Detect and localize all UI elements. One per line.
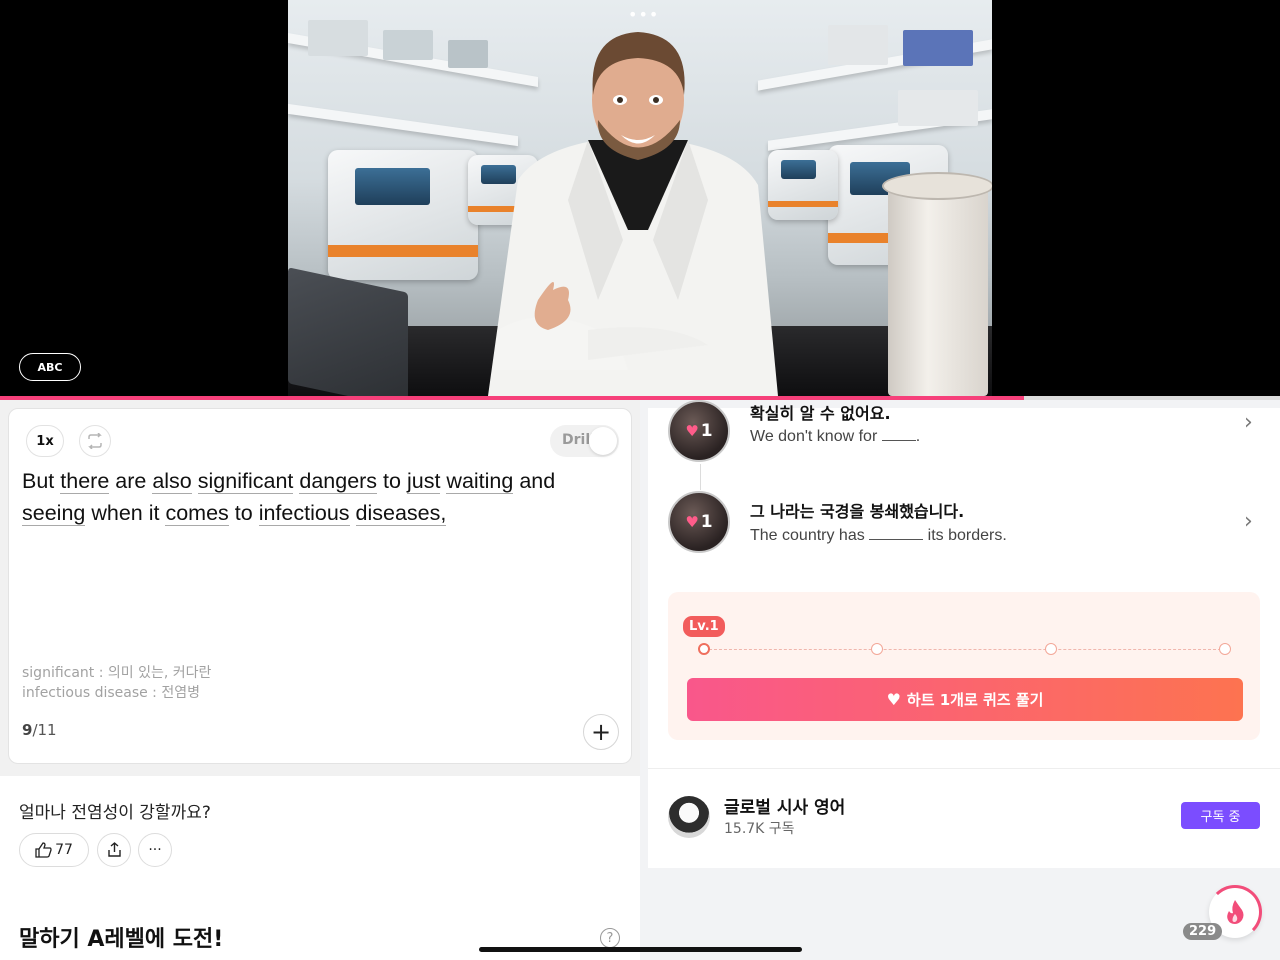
discussion-section: 얼마나 전염성이 강할까요? 77 ··· 말하기 A레벨에 도전! ? — [0, 776, 640, 960]
subscribe-button[interactable]: 구독 중 — [1181, 802, 1260, 829]
sentence-word: it — [148, 501, 160, 525]
quiz-english-after: . — [915, 428, 921, 445]
more-button[interactable]: ··· — [138, 833, 172, 867]
quiz-english-before: The country has — [750, 527, 865, 544]
help-icon[interactable]: ? — [600, 928, 620, 948]
quiz-blank — [869, 526, 924, 540]
quiz-thumbnail: ♥ 1 — [668, 491, 730, 553]
like-button[interactable]: 77 — [19, 833, 89, 867]
vocab-item: significant : 의미 있는, 커다란 — [22, 665, 212, 681]
level-step — [698, 643, 710, 655]
video-frame — [288, 0, 992, 396]
sentence-word[interactable]: there — [60, 469, 110, 494]
plus-icon: + — [590, 718, 612, 746]
heart-count: 1 — [700, 512, 713, 532]
repeat-button[interactable] — [79, 425, 111, 457]
heart-count: 1 — [700, 421, 713, 441]
more-icon: ··· — [148, 842, 162, 858]
channel-subscriber-count: 15.7K 구독 — [724, 821, 795, 837]
sentence-word: But — [22, 469, 55, 493]
quiz-item[interactable]: ♥ 1 그 나라는 국경을 봉쇄했습니다. The country has its… — [648, 491, 1280, 571]
subtitle-toggle-button[interactable]: ABC — [19, 353, 81, 381]
quiz-korean-sentence: 그 나라는 국경을 봉쇄했습니다. — [750, 502, 965, 521]
home-indicator[interactable] — [479, 947, 802, 952]
channel-avatar[interactable] — [668, 796, 710, 838]
section-title: 말하기 A레벨에 도전! — [19, 927, 224, 952]
quiz-korean-sentence: 확실히 알 수 없어요. — [750, 404, 891, 423]
divider — [648, 768, 1280, 769]
streak-count-badge: 229 — [1183, 923, 1223, 940]
start-quiz-label: 하트 1개로 퀴즈 풀기 — [906, 691, 1044, 709]
heart-icon: ♥ — [685, 422, 699, 440]
sentence-card: 1x Drill But there are also significant … — [8, 408, 632, 764]
sentence-word[interactable]: comes — [165, 501, 229, 526]
sentence-word[interactable]: waiting — [446, 469, 514, 494]
share-icon — [107, 842, 121, 857]
quiz-blank — [881, 427, 916, 441]
share-button[interactable] — [97, 833, 131, 867]
drill-toggle-knob — [589, 427, 617, 455]
sentence-word[interactable]: seeing — [22, 501, 86, 526]
sentence-word[interactable]: diseases, — [355, 501, 447, 526]
chevron-right-icon: › — [1244, 509, 1253, 534]
flame-icon — [1227, 900, 1244, 924]
current-sentence-index: 9 — [22, 721, 33, 739]
subtitle-sentence: But there are also significant dangers t… — [22, 465, 612, 529]
sentence-word[interactable]: infectious — [258, 501, 350, 526]
playback-speed-button[interactable]: 1x — [26, 425, 64, 457]
drill-toggle[interactable]: Drill — [550, 425, 619, 457]
thumbs-up-icon — [35, 842, 52, 858]
repeat-icon — [88, 433, 102, 449]
video-player[interactable]: ••• ABC — [0, 0, 1280, 396]
sentence-counter: 9/11 — [22, 721, 57, 739]
heart-icon: ♥ — [886, 690, 901, 709]
sentence-word[interactable]: dangers — [299, 469, 378, 494]
sentence-word: are — [115, 469, 147, 493]
level-step — [1219, 643, 1231, 655]
quiz-english-sentence: The country has its borders. — [750, 526, 1007, 545]
timeline-connector — [700, 464, 701, 490]
level-progress-box: Lv.1 ♥ 하트 1개로 퀴즈 풀기 — [668, 592, 1260, 740]
start-quiz-button[interactable]: ♥ 하트 1개로 퀴즈 풀기 — [687, 678, 1243, 721]
sentence-word[interactable]: just — [406, 469, 441, 494]
vocabulary-list: significant : 의미 있는, 커다란 infectious dise… — [22, 663, 211, 703]
quiz-item[interactable]: ♥ 1 확실히 알 수 없어요. We don't know for . › — [648, 400, 1280, 480]
sentence-word: and — [519, 469, 556, 493]
sentence-word: to — [383, 469, 401, 493]
heart-icon: ♥ — [685, 513, 699, 531]
level-badge: Lv.1 — [683, 616, 725, 637]
presenter-figure — [488, 32, 778, 396]
sentence-word[interactable]: also — [152, 469, 192, 494]
quiz-english-sentence: We don't know for . — [750, 427, 920, 446]
channel-name[interactable]: 글로벌 시사 영어 — [724, 793, 845, 818]
quiz-panel: ♥ 1 확실히 알 수 없어요. We don't know for . › ♥ 1… — [648, 400, 1280, 868]
level-track — [704, 649, 1226, 650]
level-step — [871, 643, 883, 655]
sentence-word: to — [234, 501, 253, 525]
sentence-word: when — [91, 501, 143, 525]
more-options-icon[interactable]: ••• — [628, 5, 659, 24]
sentence-total: /11 — [32, 721, 57, 739]
sentence-word[interactable]: significant — [197, 469, 294, 494]
quiz-thumbnail: ♥ 1 — [668, 400, 730, 462]
vocab-item: infectious disease : 전염병 — [22, 685, 200, 701]
add-button[interactable]: + — [583, 714, 619, 750]
discussion-question: 얼마나 전염성이 강할까요? — [19, 803, 211, 823]
level-step — [1045, 643, 1057, 655]
quiz-english-after: its borders. — [927, 527, 1007, 544]
chevron-right-icon: › — [1244, 410, 1253, 435]
quiz-english-before: We don't know for — [750, 428, 878, 445]
like-count: 77 — [55, 842, 73, 858]
